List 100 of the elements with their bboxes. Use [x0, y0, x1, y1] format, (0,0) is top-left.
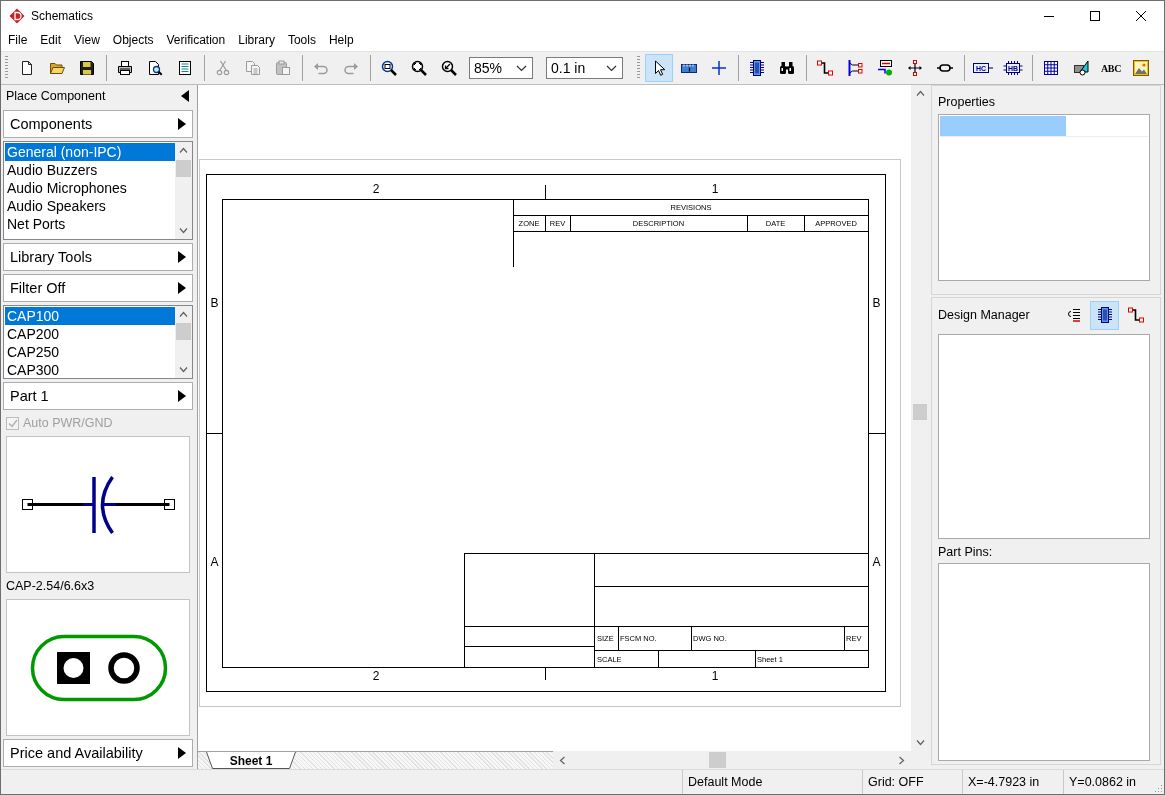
scroll-down-icon [179, 367, 188, 373]
footprint-name: CAP-2.54/6.6x3 [6, 579, 95, 593]
chip-icon [749, 60, 765, 76]
list-item[interactable]: CAP250 [5, 343, 175, 361]
scrollbar-thumb[interactable] [176, 160, 191, 177]
list-item[interactable]: Audio Microphones [5, 179, 175, 197]
view-tab[interactable] [1090, 300, 1119, 330]
wire-icon [1127, 307, 1144, 323]
zone-label: A [210, 555, 219, 569]
scroll-down-icon [915, 740, 925, 746]
picture-icon [1133, 60, 1149, 76]
scissors-icon [215, 60, 231, 76]
page-icon [19, 60, 35, 76]
scroll-up-icon [915, 90, 925, 96]
crosshair-icon [711, 60, 727, 76]
menu-item[interactable]: Library [231, 31, 281, 50]
panel-title: Part Pins: [938, 544, 994, 560]
collapse-arrow-icon [181, 90, 189, 102]
list-icon [1065, 307, 1082, 323]
menu-item[interactable]: View [67, 31, 106, 50]
block-pin-icon [973, 60, 993, 76]
zone-tick [868, 433, 886, 434]
folder-icon [49, 60, 65, 76]
sheet-tab[interactable]: Sheet 1 [206, 752, 296, 769]
shape-cursor-icon [1073, 60, 1089, 76]
close-icon [1136, 10, 1146, 21]
panel-title: Design Manager [938, 307, 1030, 323]
scroll-up-icon [179, 311, 188, 317]
bus-icon [847, 60, 863, 76]
resize-grip-icon [1152, 784, 1162, 792]
expander-button[interactable]: Part 1 [3, 382, 193, 410]
printer-icon [117, 60, 133, 76]
menu-item[interactable]: Objects [105, 31, 160, 50]
zone-tick [545, 184, 546, 200]
expander-button[interactable]: Price and Availability [3, 739, 193, 767]
zone-label: B [872, 296, 881, 310]
menu-item[interactable]: File [1, 31, 34, 50]
list-item[interactable]: CAP300 [5, 361, 175, 378]
expand-arrow-icon [178, 390, 186, 402]
status-field: Grid: OFF [863, 770, 963, 794]
scrollbar[interactable] [175, 306, 192, 378]
status-field: Y=0.0862 in [1064, 770, 1150, 794]
zone-tick [545, 666, 546, 681]
scroll-down-icon [179, 228, 188, 234]
menu-item[interactable]: Help [321, 31, 360, 50]
list-item[interactable]: CAP100 [5, 307, 175, 325]
magnifier-corners-icon [411, 60, 427, 76]
expander-button[interactable]: Components [3, 110, 193, 138]
list-item[interactable]: Audio Speakers [5, 197, 175, 215]
menu-item[interactable]: Tools [280, 31, 322, 50]
binoculars-icon [779, 60, 795, 76]
chip-icon [1096, 307, 1113, 323]
expand-arrow-icon [178, 747, 186, 759]
scrollbar-thumb[interactable] [913, 404, 927, 420]
zone-label: 1 [711, 182, 719, 196]
zone-label: 1 [711, 669, 719, 683]
net-label-icon [877, 60, 893, 76]
expand-arrow-icon [178, 251, 186, 263]
scrollbar-thumb[interactable] [176, 323, 191, 340]
menu-item[interactable]: Verification [159, 31, 232, 50]
checkbox-label: Auto PWR/GND [23, 416, 113, 430]
panel-title: Place Component [6, 89, 106, 103]
list-item[interactable]: Audio Buzzers [5, 161, 175, 179]
document-lines-icon [177, 60, 193, 76]
expander-button[interactable]: Filter Off [3, 274, 193, 302]
collapse-button[interactable] [181, 90, 189, 102]
zone-label: 2 [372, 182, 380, 196]
clipboard-icon [275, 60, 291, 76]
chevron-down-icon [606, 64, 617, 72]
toolbar-grip[interactable] [637, 56, 640, 80]
menu-item[interactable]: Edit [33, 31, 68, 50]
panel-title: Properties [938, 94, 996, 110]
zone-label: B [210, 296, 219, 310]
status-field: X=-4.7923 in [963, 770, 1064, 794]
scrollbar-thumb[interactable] [709, 752, 726, 768]
grid-size-dropdown[interactable]: 0.1 in [546, 57, 623, 79]
zoom-dropdown[interactable]: 85% [469, 57, 533, 79]
window-title: Schematics [31, 8, 94, 23]
expander-button[interactable]: Library Tools [3, 243, 193, 271]
zone-label: 2 [372, 669, 380, 683]
chip-block-icon [1003, 60, 1023, 76]
copy-pages-icon [245, 60, 261, 76]
status-field: Default Mode [683, 770, 863, 794]
zone-tick [205, 433, 223, 434]
wire-icon [817, 60, 833, 76]
text-button[interactable]: ABC [1097, 54, 1125, 82]
expand-arrow-icon [178, 282, 186, 294]
page-magnifier-icon [147, 60, 163, 76]
zone-label: A [872, 555, 881, 569]
pin-icon [907, 60, 923, 76]
select-button[interactable] [645, 54, 673, 82]
list-item[interactable]: Net Ports [5, 215, 175, 233]
scroll-right-icon [899, 755, 905, 765]
list-item[interactable]: General (non-IPC) [5, 143, 175, 161]
grid-table-icon [1043, 60, 1059, 76]
scrollbar[interactable] [175, 142, 192, 239]
list-item[interactable]: CAP200 [5, 325, 175, 343]
app-logo-icon [9, 7, 25, 24]
property-cell[interactable] [940, 116, 1066, 136]
toolbar-grip[interactable] [5, 56, 8, 80]
